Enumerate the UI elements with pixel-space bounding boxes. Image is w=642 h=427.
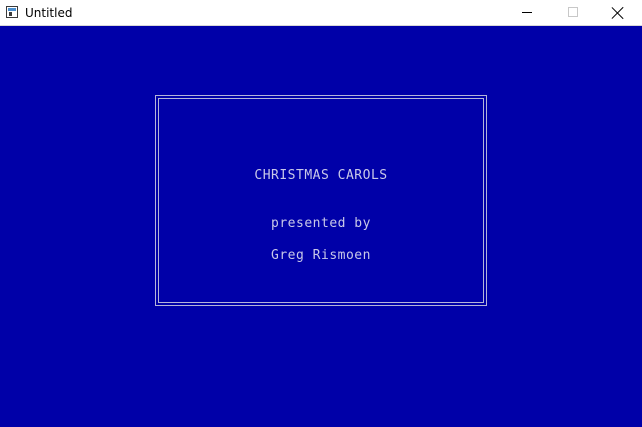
title-frame-inner-border (158, 98, 484, 303)
maximize-icon (568, 7, 578, 17)
application-window: Untitled CHRISTMAS CAROLS presented by G… (0, 0, 642, 427)
minimize-button[interactable] (504, 0, 550, 26)
author-name: Greg Rismoen (271, 248, 371, 263)
presented-by-text: presented by (271, 216, 371, 231)
application-icon[interactable] (6, 6, 18, 18)
title-bar[interactable]: Untitled (0, 0, 642, 26)
title-frame (155, 95, 487, 306)
close-button[interactable] (596, 0, 642, 26)
program-title: CHRISTMAS CAROLS (254, 168, 388, 183)
window-title: Untitled (25, 6, 73, 20)
minimize-icon (522, 12, 532, 13)
close-icon (611, 6, 625, 20)
maximize-button[interactable] (550, 0, 596, 26)
console-screen: CHRISTMAS CAROLS presented by Greg Rismo… (0, 26, 642, 427)
